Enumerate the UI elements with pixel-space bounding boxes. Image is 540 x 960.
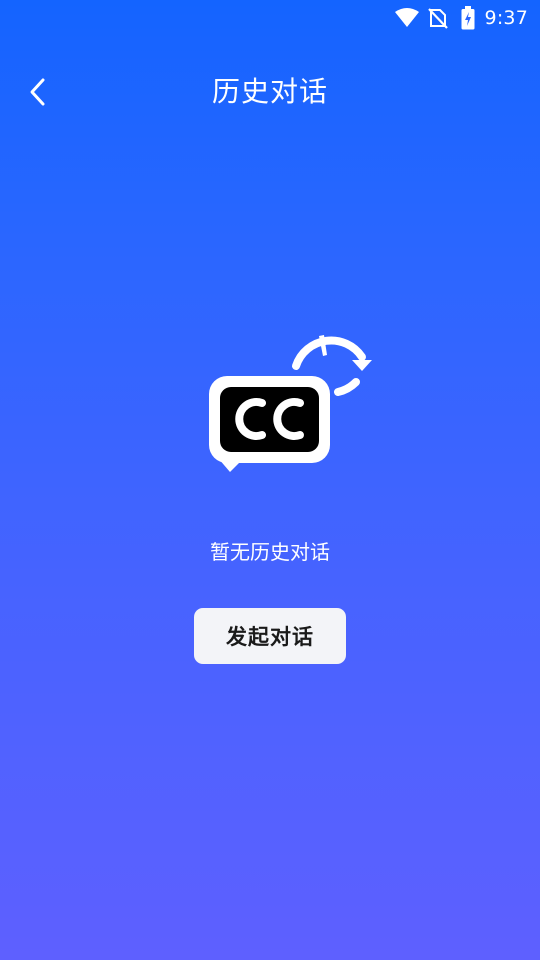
empty-state-illustration (200, 308, 380, 478)
status-bar: 9:37 (0, 0, 540, 36)
chat-history-icon (209, 335, 372, 472)
no-sim-icon (427, 8, 448, 29)
page-title: 历史对话 (211, 75, 328, 108)
app-header: 历史对话 (0, 60, 540, 124)
status-time: 9:37 (484, 7, 528, 29)
start-conversation-button[interactable]: 发起对话 (194, 608, 346, 664)
status-icons: 9:37 (394, 5, 528, 31)
empty-state-message: 暂无历史对话 (210, 540, 330, 564)
battery-charging-icon (461, 6, 475, 30)
wifi-icon (394, 8, 419, 27)
